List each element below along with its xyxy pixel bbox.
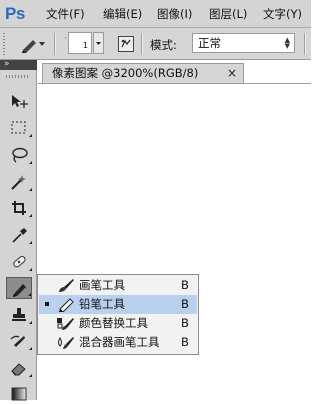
clone-stamp-tool[interactable] <box>6 304 32 326</box>
flyout-item-shortcut: B <box>181 297 189 311</box>
history-brush-icon <box>10 335 25 347</box>
flyout-item-shortcut: B <box>181 316 189 330</box>
more-tools-indicator <box>29 374 32 377</box>
tools-panel: » <box>0 59 37 401</box>
more-tools-indicator <box>29 268 32 271</box>
marquee-tool[interactable] <box>6 117 32 139</box>
flyout-item-brush[interactable]: 画笔工具 B <box>39 276 197 295</box>
menu-layer[interactable]: 图层(L) <box>209 7 247 21</box>
brush-size-field[interactable]: 1 <box>68 32 92 54</box>
lasso-tool[interactable] <box>6 144 32 166</box>
tools-panel-grip[interactable] <box>6 75 30 78</box>
magic-wand-icon <box>11 175 26 190</box>
flyout-item-label: 铅笔工具 <box>79 297 125 311</box>
stamp-icon <box>12 308 26 321</box>
more-tools-indicator <box>29 241 32 244</box>
lasso-icon <box>12 147 28 163</box>
close-icon[interactable]: × <box>227 64 237 83</box>
eraser-tool[interactable] <box>6 357 32 379</box>
brush-picker-dropdown[interactable] <box>93 32 104 54</box>
spot-healing-tool[interactable] <box>6 251 32 273</box>
more-tools-indicator <box>29 134 32 137</box>
history-brush-tool[interactable] <box>6 330 32 352</box>
flyout-item-pencil[interactable]: 铅笔工具 B <box>39 295 197 314</box>
gradient-icon <box>11 387 27 401</box>
bandage-icon <box>13 255 26 268</box>
move-tool[interactable] <box>6 90 32 112</box>
menu-type[interactable]: 文字(Y) <box>263 7 302 21</box>
tools-panel-header[interactable]: » <box>0 59 37 70</box>
rectangular-marquee-icon <box>11 121 26 134</box>
crop-icon <box>12 201 26 215</box>
crop-tool[interactable] <box>6 197 32 219</box>
mixer-brush-icon <box>58 337 74 349</box>
flyout-item-label: 混合器画笔工具 <box>79 335 160 349</box>
separator <box>304 33 306 55</box>
current-tool-indicator <box>45 302 49 306</box>
brush-size-value: 1 <box>82 41 88 50</box>
magic-wand-tool[interactable] <box>6 171 32 193</box>
more-tools-indicator <box>29 188 32 191</box>
blend-mode-select[interactable]: 正常 ▲ ▼ <box>192 33 295 53</box>
more-tools-indicator <box>29 321 32 324</box>
separator <box>141 33 143 55</box>
brush-panel-icon <box>118 36 134 52</box>
flyout-item-label: 颜色替换工具 <box>79 316 148 330</box>
eyedropper-icon <box>12 228 27 243</box>
separator <box>54 33 56 55</box>
document-title: 像素图案 @3200%(RGB/8) <box>52 66 199 80</box>
flyout-item-mixer-brush[interactable]: 混合器画笔工具 B <box>39 333 197 352</box>
gradient-tool[interactable] <box>6 382 32 404</box>
flyout-item-shortcut: B <box>181 335 189 349</box>
collapse-icon[interactable]: » <box>4 59 10 69</box>
tool-preset-picker[interactable] <box>19 34 47 57</box>
options-bar-grip[interactable] <box>3 33 5 55</box>
options-bar: · 1 模式: 正常 ▲ ▼ <box>0 28 311 60</box>
brush-size-dot: · <box>64 34 67 44</box>
pencil-tool[interactable] <box>6 277 32 299</box>
pencil-preset-icon <box>22 40 45 53</box>
menu-image[interactable]: 图像(I) <box>157 7 192 21</box>
document-tab[interactable]: 像素图案 @3200%(RGB/8) × <box>42 63 244 83</box>
brush-icon <box>59 279 74 292</box>
menu-bar: Ps 文件(F) 编辑(E) 图像(I) 图层(L) 文字(Y) <box>0 0 311 28</box>
flyout-item-shortcut: B <box>181 278 189 292</box>
move-icon <box>12 95 28 108</box>
mode-label: 模式: <box>150 38 177 52</box>
photoshop-logo: Ps <box>5 4 25 23</box>
menu-edit[interactable]: 编辑(E) <box>103 7 142 21</box>
select-arrows-icon: ▲ ▼ <box>284 36 290 50</box>
color-replacement-icon <box>57 318 74 330</box>
flyout-item-label: 画笔工具 <box>79 278 125 292</box>
more-tools-indicator <box>29 347 32 350</box>
more-tools-indicator <box>28 293 31 296</box>
pencil-icon <box>59 298 74 312</box>
flyout-item-color-replacement[interactable]: 颜色替换工具 B <box>39 314 197 333</box>
more-tools-indicator <box>29 161 32 164</box>
more-tools-indicator <box>29 214 32 217</box>
eraser-icon <box>11 363 26 376</box>
chevron-down-icon <box>96 42 101 45</box>
pencil-icon <box>13 284 26 297</box>
brush-tools-flyout: 画笔工具 B 铅笔工具 B 颜色替换工具 B 混合器画笔工具 B <box>37 274 199 355</box>
blend-mode-value: 正常 <box>198 36 221 50</box>
menu-file[interactable]: 文件(F) <box>46 7 85 21</box>
brush-panel-toggle[interactable] <box>117 35 135 56</box>
eyedropper-tool[interactable] <box>6 224 32 246</box>
